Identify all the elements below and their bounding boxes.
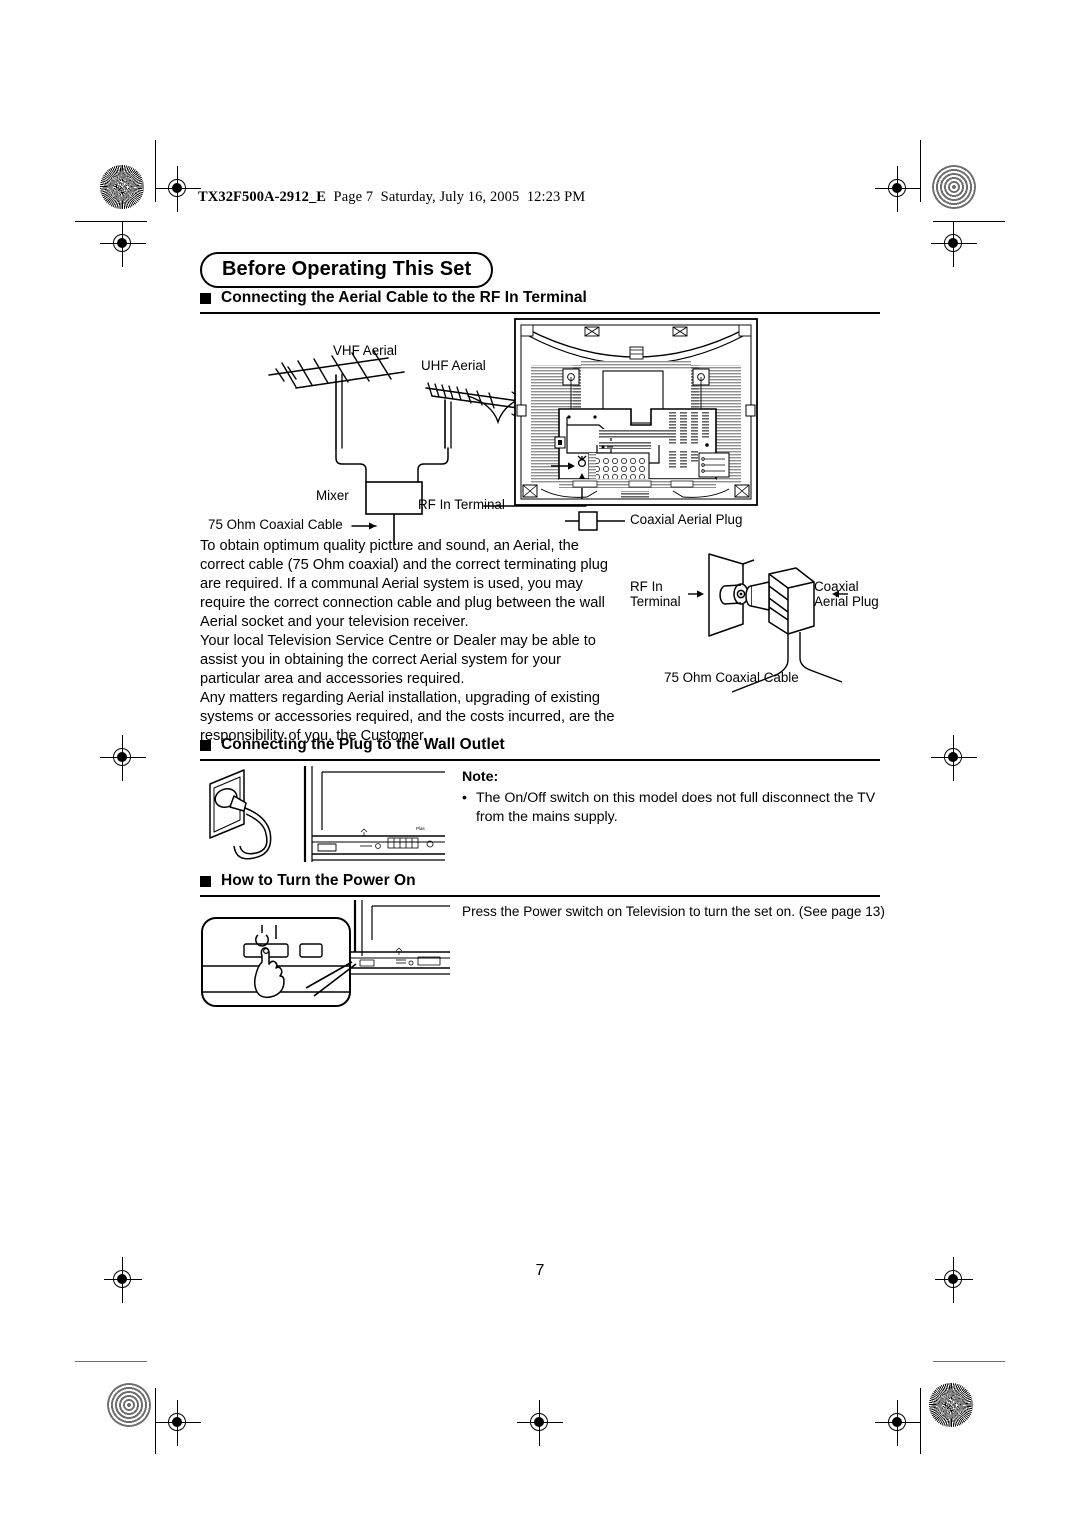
- note-bullet-icon: •: [462, 789, 467, 806]
- label-coax-cable: 75 Ohm Coaxial Cable: [208, 517, 343, 532]
- slug-page: Page 7: [333, 189, 374, 205]
- bullet-square-icon: [200, 292, 211, 304]
- registration-rosette-bottom-left: [107, 1383, 151, 1427]
- section-power-on-header: How to Turn the Power On: [200, 872, 880, 897]
- registration-rosette-bottom-right: [929, 1383, 973, 1427]
- note-title: Note:: [462, 769, 499, 785]
- label-detail-rf-in-line1: RF In: [630, 579, 663, 594]
- slug-filename: TX32F500A-2912_E: [198, 189, 327, 205]
- trim-line-left-upper: [75, 221, 147, 223]
- page-title: Before Operating This Set: [200, 252, 494, 288]
- bullet-square-icon: [200, 739, 211, 751]
- registration-cross-bottom-right-inner: [875, 1400, 921, 1446]
- trim-line-right-upper: [933, 221, 1005, 223]
- label-detail-rf-in: RF In Terminal: [630, 579, 681, 610]
- section-wall-outlet-header: Connecting the Plug to the Wall Outlet: [200, 736, 880, 761]
- label-detail-coaxial-plug: Coaxial Aerial Plug: [814, 579, 879, 610]
- wall-outlet-figure: Plas: [200, 762, 445, 867]
- label-coaxial-aerial-plug: Coaxial Aerial Plug: [630, 512, 743, 527]
- aerial-paragraph-1: To obtain optimum quality picture and so…: [200, 538, 609, 630]
- power-switch-figure: [200, 900, 450, 1010]
- registration-cross-top-left-inner: [155, 166, 201, 212]
- registration-cross-right-upper: [931, 221, 977, 267]
- trim-line-top-left-vertical: [155, 140, 157, 202]
- label-detail-coaxial-line1: Coaxial: [814, 579, 859, 594]
- slug-date: Saturday, July 16, 2005: [380, 189, 520, 205]
- label-mixer: Mixer: [316, 488, 349, 503]
- manual-page: TX32F500A-2912_E Page 7 Saturday, July 1…: [0, 0, 1080, 1528]
- bullet-square-icon: [200, 875, 211, 887]
- label-detail-rf-in-line2: Terminal: [630, 594, 681, 610]
- registration-cross-left-upper: [100, 221, 146, 267]
- trim-line-bottom-left-vertical: [155, 1388, 157, 1454]
- section-divider: [200, 895, 880, 897]
- note-text: The On/Off switch on this model does not…: [475, 789, 876, 825]
- section-aerial-heading: Connecting the Aerial Cable to the RF In…: [221, 289, 587, 306]
- svg-text:Plas: Plas: [416, 826, 426, 831]
- slug-time: 12:23 PM: [526, 189, 586, 205]
- registration-cross-top-right-inner: [875, 166, 921, 212]
- label-uhf-aerial: UHF Aerial: [421, 358, 486, 373]
- rf-terminal-detail-figure: RF In Terminal Coaxial Aerial Plug 75 Oh…: [630, 552, 886, 697]
- trim-line-bottom-right-vertical: [920, 1388, 922, 1454]
- registration-rosette-top-right: [932, 165, 976, 209]
- aerial-paragraph-2: Your local Television Service Centre or …: [200, 632, 596, 687]
- section-divider: [200, 759, 880, 761]
- label-vhf-aerial: VHF Aerial: [333, 343, 397, 358]
- trim-line-bottom-left: [75, 1361, 147, 1363]
- page-number: 7: [535, 1262, 545, 1279]
- trim-line-top-right-vertical: [920, 140, 922, 202]
- registration-rosette-top-left: [100, 165, 144, 209]
- page-slug: TX32F500A-2912_E Page 7 Saturday, July 1…: [198, 189, 585, 206]
- label-detail-coaxial-line2: Aerial Plug: [814, 594, 879, 610]
- power-on-instruction: Press the Power switch on Television to …: [462, 904, 885, 919]
- tv-rear-panel-figure: [511, 313, 761, 513]
- registration-cross-right-middle: [931, 735, 977, 781]
- section-aerial-header: Connecting the Aerial Cable to the RF In…: [200, 289, 880, 314]
- registration-cross-bottom-center: [517, 1400, 563, 1446]
- aerial-body-copy: To obtain optimum quality picture and so…: [200, 537, 620, 746]
- label-rf-in-terminal: RF In Terminal: [418, 497, 505, 512]
- section-power-on-heading: How to Turn the Power On: [221, 872, 416, 889]
- note-block: Note: • The On/Off switch on this model …: [462, 768, 882, 827]
- trim-line-bottom-right: [933, 1361, 1005, 1363]
- label-detail-coax-cable: 75 Ohm Coaxial Cable: [664, 670, 799, 685]
- registration-cross-left-middle: [100, 735, 146, 781]
- registration-cross-bottom-left-inner: [155, 1400, 201, 1446]
- section-wall-outlet-heading: Connecting the Plug to the Wall Outlet: [221, 736, 505, 753]
